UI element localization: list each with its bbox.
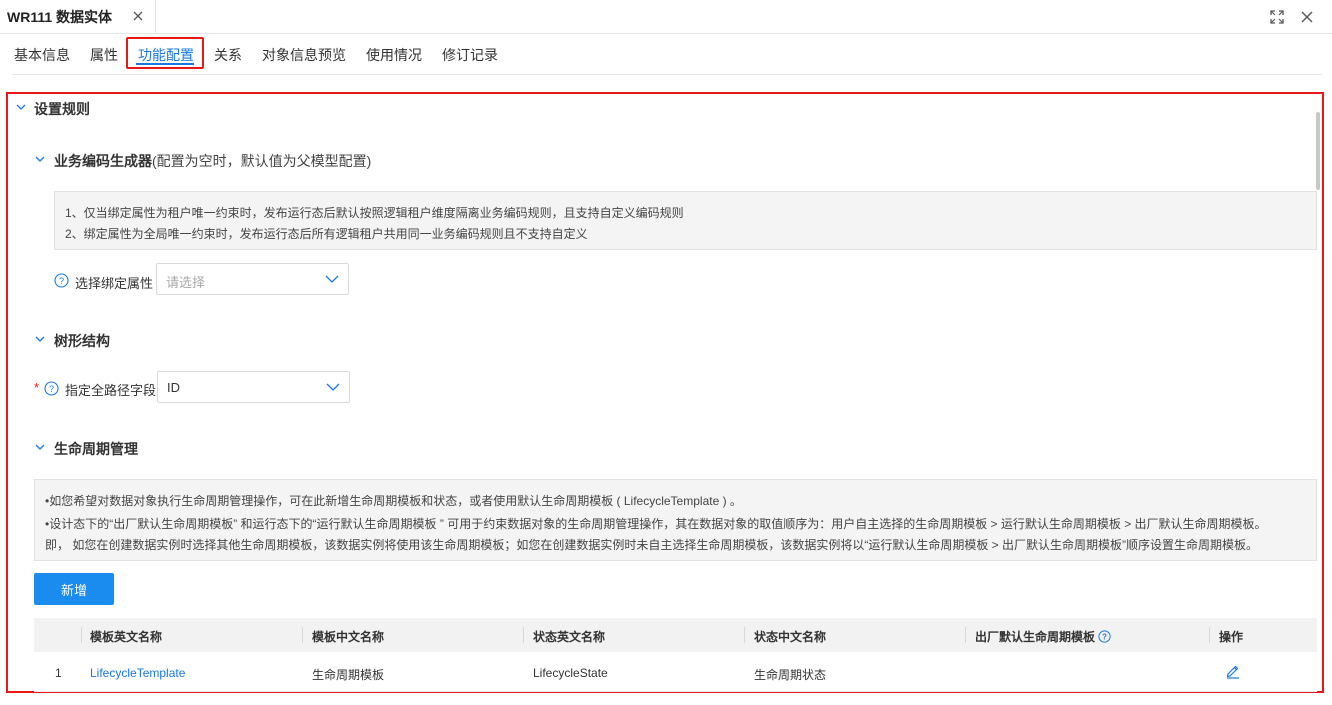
note-line: •如您希望对数据对象执行生命周期管理操作，可在此新增生命周期模板和状态，或者使用…	[45, 494, 742, 508]
required-mark: *	[34, 380, 40, 395]
path-field-value: ID	[167, 380, 180, 395]
table-row: 1 LifecycleTemplate 生命周期模板 LifecycleStat…	[34, 652, 1317, 692]
expand-icon[interactable]	[1269, 9, 1285, 25]
path-field-label: 指定全路径字段	[65, 383, 157, 398]
column-separator	[523, 627, 524, 643]
svg-text:?: ?	[49, 384, 54, 394]
chevron-down-icon[interactable]	[34, 333, 46, 345]
note-line: 即， 如您在创建数据实例时选择其他生命周期模板，该数据实例将使用该生命周期模板；…	[45, 538, 1259, 552]
window-title: WR111 数据实体	[7, 9, 113, 25]
chevron-down-icon	[326, 383, 340, 391]
column-header: 模板中文名称	[312, 630, 385, 644]
help-icon[interactable]: ?	[54, 273, 69, 288]
tab-attributes[interactable]: 属性	[90, 45, 118, 65]
tab-object-preview[interactable]: 对象信息预览	[262, 45, 346, 65]
note-line: 1、仅当绑定属性为租户唯一约束时，发布运行态后默认按照逻辑租户维度隔离业务编码规…	[65, 206, 684, 220]
bind-field-select[interactable]: 请选择	[156, 263, 349, 295]
tree-structure-title[interactable]: 树形结构	[54, 331, 110, 351]
document-tab[interactable]: WR111 数据实体	[0, 0, 156, 34]
row-index: 1	[55, 666, 62, 680]
state-en-cell: LifecycleState	[533, 666, 608, 680]
edit-icon[interactable]	[1225, 663, 1241, 679]
bind-field-placeholder: 请选择	[166, 275, 206, 290]
code-generator-notes: 1、仅当绑定属性为租户唯一约束时，发布运行态后默认按照逻辑租户维度隔离业务编码规…	[54, 191, 1317, 250]
svg-text:?: ?	[59, 276, 64, 286]
column-separator	[81, 627, 82, 643]
column-header: 状态中文名称	[754, 630, 827, 644]
add-button[interactable]: 新增	[34, 573, 114, 605]
scrollbar-thumb[interactable]	[1316, 112, 1320, 190]
column-header: 操作	[1219, 630, 1244, 644]
bind-field-label: 选择绑定属性	[75, 276, 154, 291]
help-icon[interactable]: ?	[44, 381, 59, 396]
chevron-down-icon	[325, 275, 339, 283]
code-generator-subtitle: (配置为空时，默认值为父模型配置)	[152, 153, 372, 169]
tab-relations[interactable]: 关系	[214, 45, 242, 65]
code-generator-title-text: 业务编码生成器	[54, 153, 152, 169]
column-header-text: 出厂默认生命周期模板	[975, 630, 1096, 644]
chevron-down-icon[interactable]	[15, 101, 27, 113]
column-separator	[1209, 627, 1210, 643]
window-close-icon[interactable]	[1299, 9, 1315, 25]
chevron-down-icon[interactable]	[34, 153, 46, 165]
svg-text:?: ?	[1102, 633, 1107, 642]
template-cn-cell: 生命周期模板	[312, 668, 385, 682]
lifecycle-title[interactable]: 生命周期管理	[54, 439, 138, 459]
tab-highlight-frame	[126, 37, 204, 69]
tabs-divider	[12, 74, 1322, 75]
lifecycle-notes: •如您希望对数据对象执行生命周期管理操作，可在此新增生命周期模板和状态，或者使用…	[34, 479, 1317, 561]
note-line: 2、绑定属性为全局唯一约束时，发布运行态后所有逻辑租户共用同一业务编码规则且不支…	[65, 227, 588, 241]
tab-usage[interactable]: 使用情况	[366, 45, 422, 65]
template-en-link[interactable]: LifecycleTemplate	[90, 666, 185, 680]
title-bar: WR111 数据实体	[0, 0, 1332, 34]
lifecycle-table-header: 模板英文名称 模板中文名称 状态英文名称 状态中文名称 出厂默认生命周期模板 ?…	[34, 618, 1317, 652]
column-header: 模板英文名称	[90, 630, 163, 644]
path-field-select[interactable]: ID	[157, 371, 350, 403]
help-icon[interactable]: ?	[1098, 630, 1111, 643]
column-separator	[302, 627, 303, 643]
column-separator	[744, 627, 745, 643]
column-header: 状态英文名称	[533, 630, 606, 644]
column-header-default: 出厂默认生命周期模板 ?	[975, 628, 1111, 645]
close-icon[interactable]	[131, 9, 145, 23]
chevron-down-icon[interactable]	[34, 441, 46, 453]
tab-revision-history[interactable]: 修订记录	[442, 45, 498, 65]
tab-basic-info[interactable]: 基本信息	[14, 45, 70, 65]
state-cn-cell: 生命周期状态	[754, 668, 827, 682]
code-generator-title[interactable]: 业务编码生成器(配置为空时，默认值为父模型配置)	[54, 151, 371, 171]
settings-rules-title[interactable]: 设置规则	[34, 99, 90, 119]
column-separator	[965, 627, 966, 643]
note-line: •设计态下的“出厂默认生命周期模板” 和运行态下的“运行默认生命周期模板 ” 可…	[45, 517, 1267, 531]
